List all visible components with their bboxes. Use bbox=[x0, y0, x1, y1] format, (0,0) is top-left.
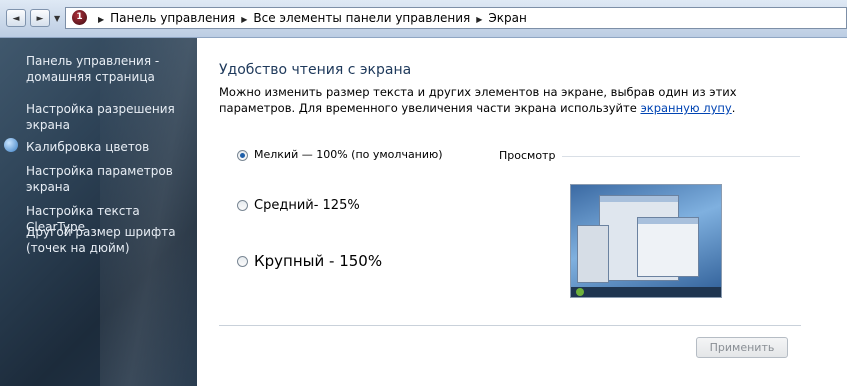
option-small-label: Мелкий — 100% (по умолчанию) bbox=[254, 148, 443, 161]
chevron-right-icon[interactable]: ▶ bbox=[241, 15, 247, 24]
preview-window bbox=[577, 225, 609, 283]
sidebar: Панель управления - домашняя страница На… bbox=[0, 38, 197, 386]
preview-label: Просмотр bbox=[499, 149, 556, 162]
radio-medium[interactable] bbox=[237, 200, 248, 211]
option-large[interactable]: Крупный - 150% bbox=[237, 252, 382, 270]
description-end: . bbox=[731, 101, 736, 115]
radio-large[interactable] bbox=[237, 256, 248, 267]
back-button[interactable]: ◄ bbox=[6, 9, 26, 27]
option-medium[interactable]: Средний- 125% bbox=[237, 198, 360, 213]
sidebar-item-display-settings[interactable]: Настройка параметров экрана bbox=[26, 163, 191, 195]
option-small[interactable]: Мелкий — 100% (по умолчанию) bbox=[237, 148, 443, 161]
forward-button[interactable]: ► bbox=[30, 9, 50, 27]
preview-window bbox=[637, 217, 699, 277]
shield-icon bbox=[4, 138, 18, 152]
breadcrumb-item[interactable]: Все элементы панели управления bbox=[253, 11, 470, 25]
sidebar-item-home[interactable]: Панель управления - домашняя страница bbox=[26, 53, 191, 85]
address-bar-area: ◄ ► ▼ 1 ▶ Панель управления ▶ Все элементы … bbox=[0, 0, 847, 38]
main-content: Удобство чтения с экрана Можно изменить … bbox=[197, 38, 847, 386]
radio-small[interactable] bbox=[237, 149, 248, 161]
footer-divider bbox=[219, 325, 801, 326]
magnifier-link[interactable]: экранную лупу bbox=[640, 101, 731, 115]
option-large-label: Крупный - 150% bbox=[254, 252, 383, 270]
option-medium-label: Средний- 125% bbox=[254, 198, 360, 213]
breadcrumb: ▶ Панель управления ▶ Все элементы панели у… bbox=[92, 10, 527, 28]
recent-pages-arrow-icon[interactable]: ▼ bbox=[54, 14, 60, 23]
page-description: Можно изменить размер текста и других эл… bbox=[219, 84, 799, 116]
chevron-right-icon[interactable]: ▶ bbox=[476, 15, 482, 24]
sidebar-item-color-calibration[interactable]: Калибровка цветов bbox=[26, 139, 191, 155]
preview-image bbox=[570, 184, 722, 298]
sidebar-item-dpi[interactable]: Другой размер шрифта (точек на дюйм) bbox=[26, 224, 191, 256]
preview-taskbar bbox=[571, 287, 721, 297]
breadcrumb-item[interactable]: Экран bbox=[488, 11, 526, 25]
address-field[interactable]: 1 ▶ Панель управления ▶ Все элементы панели… bbox=[65, 7, 847, 29]
preview-divider bbox=[562, 156, 800, 157]
chevron-right-icon[interactable]: ▶ bbox=[98, 15, 104, 24]
start-orb-icon bbox=[576, 288, 584, 296]
breadcrumb-item[interactable]: Панель управления bbox=[110, 11, 235, 25]
sidebar-item-resolution[interactable]: Настройка разрешения экрана bbox=[26, 101, 191, 133]
page-title: Удобство чтения с экрана bbox=[219, 62, 412, 78]
control-panel-icon: 1 bbox=[72, 10, 87, 25]
apply-button[interactable]: Применить bbox=[696, 337, 788, 358]
